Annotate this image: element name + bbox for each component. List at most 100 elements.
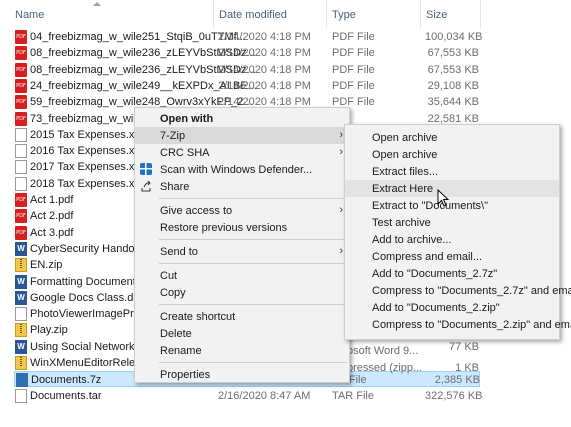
file-size: 35,644 KB bbox=[427, 96, 479, 109]
menu-item-create-shortcut[interactable]: Create shortcut bbox=[135, 308, 349, 325]
pdf-icon bbox=[15, 209, 27, 224]
menu-item-label: Rename bbox=[160, 345, 202, 357]
pdf-icon bbox=[15, 30, 27, 44]
menu-item-label: Create shortcut bbox=[160, 311, 236, 323]
menu-item-label: Copy bbox=[160, 287, 186, 299]
document-icon bbox=[15, 388, 27, 403]
file-name: CyberSecurity Handout. bbox=[30, 242, 147, 255]
menu-separator bbox=[159, 263, 347, 264]
file-size: 322,576 KB bbox=[425, 389, 483, 402]
menu-item-label: Test archive bbox=[372, 217, 431, 229]
pdf-icon bbox=[15, 225, 27, 240]
menu-item-open-archive[interactable]: Open archive bbox=[345, 129, 559, 146]
file-name: 2017 Tax Expenses.xls bbox=[30, 161, 143, 174]
archive-icon bbox=[16, 373, 28, 388]
menu-item-extract-files[interactable]: Extract files... bbox=[345, 163, 559, 180]
file-name: 2018 Tax Expenses.xls bbox=[30, 177, 143, 190]
menu-item-label: Scan with Windows Defender... bbox=[160, 164, 313, 176]
file-name: Documents.7z bbox=[31, 374, 102, 387]
menu-item-add-to-archive[interactable]: Add to archive... bbox=[345, 231, 559, 248]
file-row[interactable]: 24_freebizmag_w_wile249__kEXPDx_ALBE...2… bbox=[14, 78, 480, 94]
document-icon bbox=[15, 127, 27, 142]
zip-icon bbox=[15, 323, 27, 338]
menu-item-label: Compress to "Documents_2.zip" and email bbox=[372, 319, 571, 331]
menu-item-test-archive[interactable]: Test archive bbox=[345, 214, 559, 231]
share-icon bbox=[139, 179, 153, 193]
menu-item-extract-here[interactable]: Extract Here bbox=[345, 180, 559, 197]
chevron-right-icon: › bbox=[339, 204, 343, 216]
menu-item-label: Extract to "Documents\" bbox=[372, 200, 489, 212]
pdf-icon bbox=[15, 46, 27, 61]
file-type: PDF File bbox=[332, 31, 375, 43]
file-row[interactable]: Documents.tar 2/16/2020 8:47 AM TAR File 32… bbox=[14, 388, 483, 404]
menu-item-label: CRC SHA bbox=[160, 147, 210, 159]
menu-item-send-to[interactable]: Send to › bbox=[135, 243, 349, 260]
menu-item-delete[interactable]: Delete bbox=[135, 325, 349, 342]
menu-item-copy[interactable]: Copy bbox=[135, 284, 349, 301]
file-row[interactable]: 04_freebizmag_w_wile251_StqiB_0uTTMf...2… bbox=[14, 29, 483, 45]
menu-item-compress-to-documents-2-zip-and-email[interactable]: Compress to "Documents_2.zip" and email bbox=[345, 316, 571, 333]
menu-item-cut[interactable]: Cut bbox=[135, 267, 349, 284]
menu-item-label: Compress to "Documents_2.7z" and email bbox=[372, 285, 571, 297]
menu-item-label: Add to "Documents_2.zip" bbox=[372, 302, 500, 314]
document-icon bbox=[15, 176, 27, 191]
column-size[interactable]: Size bbox=[426, 9, 447, 21]
file-name: Act 2.pdf bbox=[30, 210, 74, 223]
context-menu: Open with 7-Zip › CRC SHA › Scan with Windows… bbox=[134, 107, 350, 383]
file-row[interactable]: 08_freebizmag_w_wile236_zLEYVbStMSDz...2… bbox=[14, 45, 480, 61]
column-date-modified[interactable]: Date modified bbox=[219, 9, 287, 21]
menu-item-properties[interactable]: Properties bbox=[135, 366, 349, 383]
menu-item-open-with[interactable]: Open with bbox=[135, 110, 349, 127]
file-name: Documents.tar bbox=[30, 389, 102, 402]
menu-item-add-to-documents-2-7z[interactable]: Add to "Documents_2.7z" bbox=[345, 265, 559, 282]
menu-item-label: Add to "Documents_2.7z" bbox=[372, 268, 498, 280]
column-header: Name Date modified Type Size bbox=[0, 0, 571, 28]
menu-item-label: Extract files... bbox=[372, 166, 439, 178]
column-divider[interactable] bbox=[420, 0, 421, 28]
column-divider[interactable] bbox=[480, 0, 481, 28]
file-size: 22,581 KB bbox=[427, 112, 479, 125]
document-icon bbox=[15, 160, 27, 175]
menu-item-scan-with-windows-defender[interactable]: Scan with Windows Defender... bbox=[135, 161, 349, 178]
chevron-right-icon: › bbox=[339, 245, 343, 257]
menu-item-share[interactable]: Share bbox=[135, 178, 349, 195]
menu-item-extract-to-documents[interactable]: Extract to "Documents\" bbox=[345, 197, 559, 214]
file-name: Play.zip bbox=[30, 324, 68, 337]
file-date: 2/14/2020 4:18 PM bbox=[218, 63, 311, 76]
menu-item-compress-and-email[interactable]: Compress and email... bbox=[345, 248, 559, 265]
file-name: Act 3.pdf bbox=[30, 226, 74, 239]
file-row[interactable]: 08_freebizmag_w_wile236_zLEYVbStMSDz...2… bbox=[14, 62, 480, 78]
file-name: 73_freebizmag_w_wile2 bbox=[30, 112, 149, 125]
type-cell-partial: osoft Word 9... bbox=[347, 345, 419, 357]
menu-item-label: Properties bbox=[160, 369, 211, 381]
document-icon bbox=[15, 144, 27, 159]
menu-item-label: 7-Zip bbox=[160, 130, 186, 142]
word-icon bbox=[15, 290, 27, 305]
menu-item-compress-to-documents-2-7z-and-email[interactable]: Compress to "Documents_2.7z" and email bbox=[345, 282, 571, 299]
menu-item-open-archive[interactable]: Open archive bbox=[345, 146, 559, 163]
file-date: 2/14/2020 4:18 PM bbox=[218, 79, 311, 92]
file-type: PDF File bbox=[332, 79, 375, 92]
menu-item-restore-previous-versions[interactable]: Restore previous versions bbox=[135, 219, 349, 236]
file-type: TAR File bbox=[332, 389, 374, 402]
column-name[interactable]: Name bbox=[15, 9, 44, 21]
type-cell-partial: pressed (zipp... bbox=[347, 362, 423, 374]
menu-item-label: Cut bbox=[160, 270, 178, 282]
file-date: 2/14/2020 4:18 PM bbox=[218, 31, 311, 43]
word-icon bbox=[15, 274, 27, 289]
menu-item-crc-sha[interactable]: CRC SHA › bbox=[135, 144, 349, 161]
word-icon bbox=[15, 339, 27, 354]
file-name: Act 1.pdf bbox=[30, 194, 74, 206]
menu-item-7-zip[interactable]: 7-Zip › bbox=[135, 127, 349, 144]
column-divider[interactable] bbox=[213, 0, 214, 28]
column-type[interactable]: Type bbox=[332, 9, 356, 21]
chevron-right-icon: › bbox=[339, 129, 343, 141]
menu-item-add-to-documents-2-zip[interactable]: Add to "Documents_2.zip" bbox=[345, 299, 559, 316]
file-size: 100,034 KB bbox=[425, 31, 483, 43]
menu-item-rename[interactable]: Rename bbox=[135, 342, 349, 359]
menu-separator bbox=[159, 362, 347, 363]
file-size: 2,385 KB bbox=[434, 374, 480, 387]
menu-item-give-access-to[interactable]: Give access to › bbox=[135, 202, 349, 219]
file-name: 04_freebizmag_w_wile251_StqiB_0uTTMf... bbox=[30, 31, 246, 43]
column-divider[interactable] bbox=[326, 0, 327, 28]
